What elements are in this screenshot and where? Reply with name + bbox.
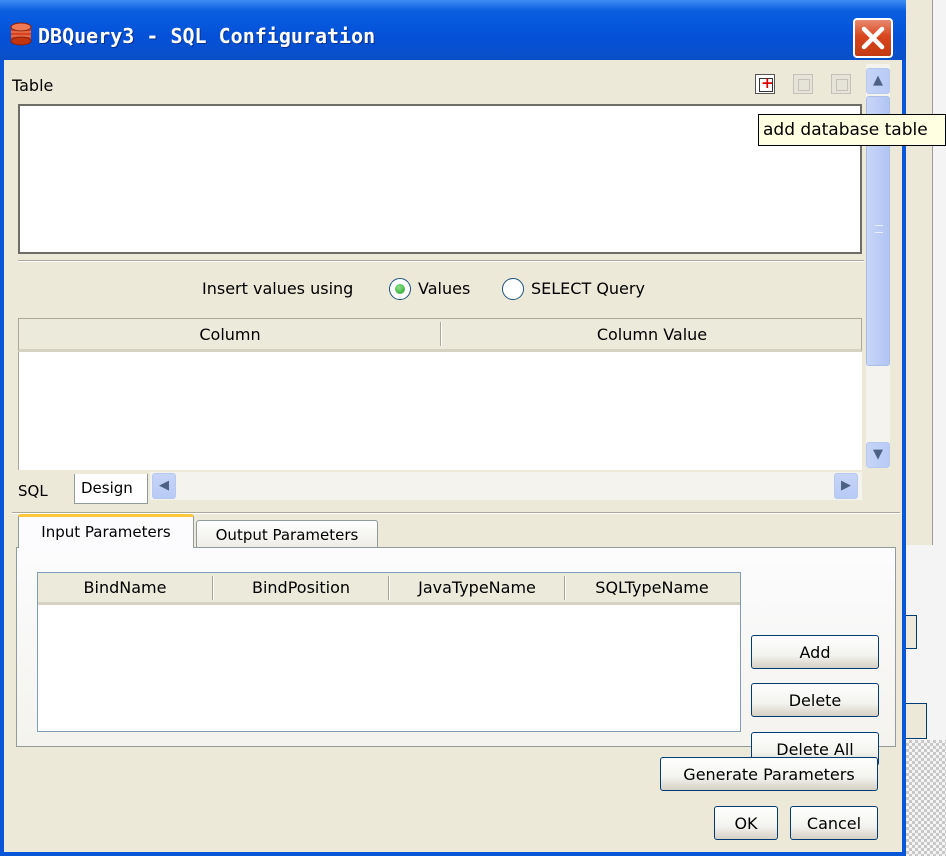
column-header[interactable]: Column <box>19 319 441 350</box>
grip-icon <box>875 225 883 233</box>
chevron-right-icon: ▶ <box>841 478 851 493</box>
horizontal-scrollbar[interactable]: ◀ ▶ <box>150 472 862 500</box>
select-query-radio[interactable] <box>502 278 524 300</box>
select-query-radio-label[interactable]: SELECT Query <box>531 279 645 298</box>
tab-design-label: Design <box>81 479 133 497</box>
edit-table-icon[interactable] <box>793 74 813 94</box>
chevron-up-icon: ▲ <box>873 73 883 88</box>
bindname-header[interactable]: BindName <box>38 573 212 602</box>
cancel-button[interactable]: Cancel <box>790 806 878 840</box>
column-value-header[interactable]: Column Value <box>442 319 862 350</box>
tab-sql[interactable]: SQL <box>18 482 48 500</box>
background-button <box>906 703 927 739</box>
title-bar[interactable]: DBQuery3 - SQL Configuration <box>0 0 906 60</box>
dialog-body: Table ▲ ▼ Insert values using Values SEL… <box>4 60 902 852</box>
values-radio-label[interactable]: Values <box>418 279 470 298</box>
close-button[interactable] <box>853 18 893 58</box>
sqltypename-header[interactable]: SQLTypeName <box>566 573 738 602</box>
section-divider <box>18 260 864 262</box>
column-grid-body[interactable] <box>18 352 862 470</box>
tab-input-parameters-label: Input Parameters <box>41 523 171 541</box>
table-label: Table <box>12 76 54 95</box>
remove-table-icon[interactable] <box>831 74 851 94</box>
insert-values-label: Insert values using <box>202 279 354 298</box>
tab-design[interactable]: Design <box>74 474 148 504</box>
tab-output-parameters-label: Output Parameters <box>215 526 359 544</box>
ok-button[interactable]: OK <box>714 806 778 840</box>
add-table-tooltip: add database table <box>758 114 946 146</box>
parameters-table[interactable]: BindName BindPosition JavaTypeName SQLTy… <box>37 572 741 732</box>
scroll-left-button[interactable]: ◀ <box>152 473 176 499</box>
chevron-left-icon: ◀ <box>159 478 169 493</box>
close-icon <box>861 26 885 50</box>
parameters-table-header: BindName BindPosition JavaTypeName SQLTy… <box>38 573 740 605</box>
database-icon <box>10 22 32 46</box>
javatypename-header[interactable]: JavaTypeName <box>390 573 564 602</box>
chevron-down-icon: ▼ <box>873 447 883 462</box>
generate-parameters-button[interactable]: Generate Parameters <box>660 757 878 791</box>
tab-input-parameters[interactable]: Input Parameters <box>18 514 194 548</box>
add-button[interactable]: Add <box>751 635 879 669</box>
scroll-up-button[interactable]: ▲ <box>866 68 890 94</box>
values-radio[interactable] <box>389 278 411 300</box>
table-list[interactable] <box>18 104 862 254</box>
delete-button[interactable]: Delete <box>751 683 879 717</box>
bindposition-header[interactable]: BindPosition <box>214 573 388 602</box>
background-panel <box>906 0 933 545</box>
column-grid-header: Column Column Value <box>18 318 862 352</box>
input-parameters-panel: BindName BindPosition JavaTypeName SQLTy… <box>16 547 896 766</box>
scroll-down-button[interactable]: ▼ <box>866 442 890 468</box>
desktop-pattern <box>906 740 946 856</box>
background-button <box>906 615 917 649</box>
window-title: DBQuery3 - SQL Configuration <box>38 24 376 48</box>
scroll-right-button[interactable]: ▶ <box>834 473 858 499</box>
tab-output-parameters[interactable]: Output Parameters <box>196 520 378 550</box>
add-table-icon[interactable] <box>755 74 775 94</box>
